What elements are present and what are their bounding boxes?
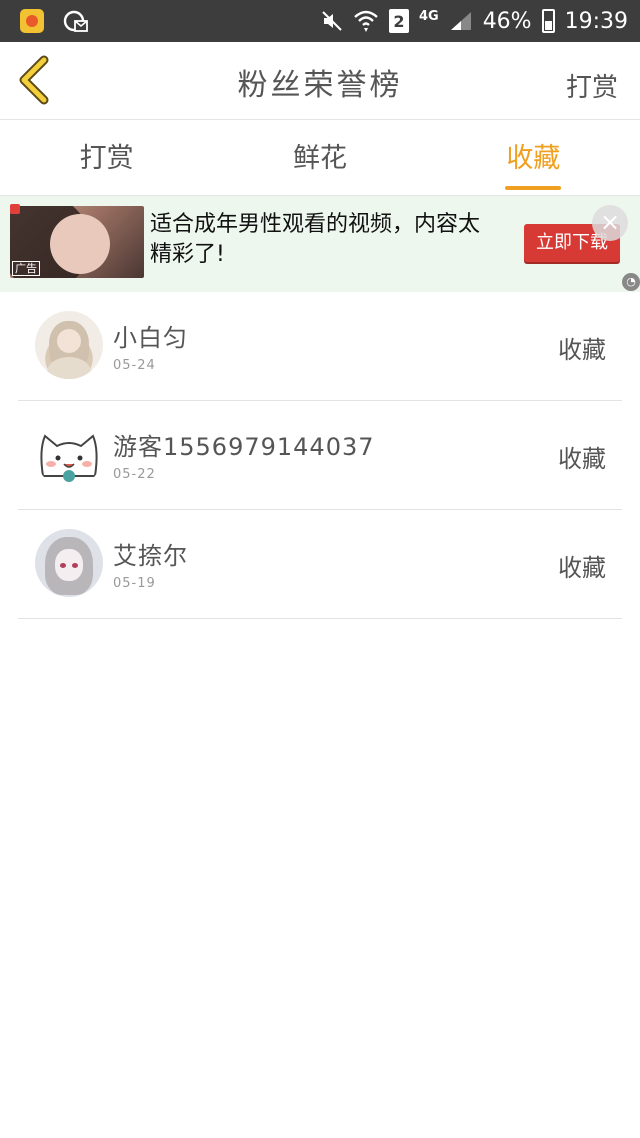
close-icon[interactable]: × (592, 205, 628, 241)
sim-slot-badge: 2 (388, 9, 409, 33)
network-type: 4G (418, 8, 439, 24)
clock: 19:39 (564, 8, 628, 34)
reward-button[interactable]: 打赏 (566, 42, 618, 120)
avatar (35, 311, 103, 379)
avatar (35, 529, 103, 597)
list-item[interactable]: 艾捺尔 05-19 收藏 (18, 510, 622, 619)
fan-date: 05-22 (113, 467, 156, 482)
fan-kind: 收藏 (558, 336, 606, 364)
page-title: 粉丝荣誉榜 (237, 68, 403, 103)
status-bar: 2 4G 46% 19:39 (0, 0, 640, 42)
mute-icon (322, 11, 342, 31)
list-item[interactable]: 小白匀 05-24 收藏 (18, 292, 622, 401)
fan-kind: 收藏 (558, 445, 606, 473)
sync-notification-icon (63, 10, 88, 32)
tab-reward[interactable]: 打赏 (0, 120, 213, 195)
fan-list: 小白匀 05-24 收藏 游客1556979144037 05-22 收藏 艾捺… (18, 292, 622, 619)
tab-flowers[interactable]: 鲜花 (213, 120, 426, 195)
fan-date: 05-24 (113, 358, 156, 373)
fan-name: 艾捺尔 (113, 542, 188, 570)
ad-mark-icon (10, 204, 20, 214)
wifi-icon (354, 10, 378, 32)
top-bar: 粉丝荣誉榜 打赏 (0, 42, 640, 120)
fan-name: 游客1556979144037 (113, 433, 375, 461)
list-item[interactable]: 游客1556979144037 05-22 收藏 (18, 401, 622, 510)
ad-banner[interactable]: 广告 适合成年男性观看的视频，内容太精彩了! 立即下载 (0, 196, 640, 292)
battery-icon (541, 9, 555, 33)
cat-icon (40, 434, 98, 482)
tab-favorites[interactable]: 收藏 (427, 120, 640, 195)
ad-info-icon[interactable]: ◔ (622, 273, 640, 291)
ad-thumbnail: 广告 (10, 206, 144, 278)
battery-percent: 46% (482, 8, 532, 34)
ad-text: 适合成年男性观看的视频，内容太精彩了! (150, 212, 481, 267)
qq-notification-icon (20, 9, 44, 33)
ad-tag: 广告 (12, 261, 40, 276)
fan-date: 05-19 (113, 576, 156, 591)
signal-icon (450, 12, 471, 30)
fan-kind: 收藏 (558, 554, 606, 582)
tab-bar: 打赏 鲜花 收藏 (0, 120, 640, 196)
fan-name: 小白匀 (113, 324, 188, 352)
avatar (35, 420, 103, 488)
